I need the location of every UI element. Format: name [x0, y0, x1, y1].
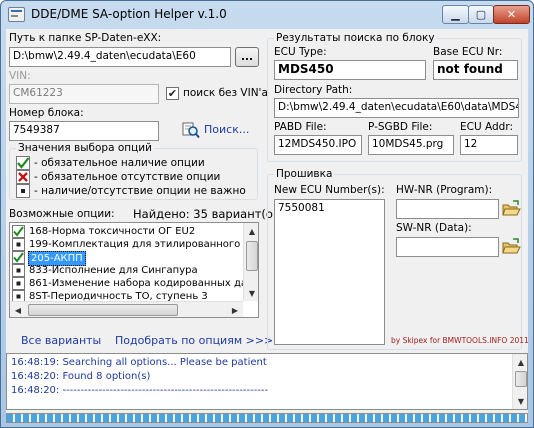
block-input[interactable]: 7549387: [9, 121, 159, 141]
minimize-icon: ▁: [451, 8, 460, 21]
option-label: 833-Исполнение для Сингапура: [29, 265, 198, 276]
search-label: Поиск...: [204, 123, 250, 136]
credit-text: by Skipex for BMWTOOLS.INFO 2011: [391, 336, 529, 345]
results-group: Результаты поиска по блоку ECU Type: MDS…: [267, 32, 522, 162]
log-panel[interactable]: 16:48:19: Searching all options... Pleas…: [6, 353, 528, 410]
vin-label: VIN:: [9, 70, 31, 82]
scroll-up-icon[interactable]: ▲: [244, 223, 258, 239]
results-title: Результаты поиска по блоку: [274, 32, 437, 44]
new-ecu-list[interactable]: 7550081: [274, 199, 385, 345]
firmware-title: Прошивка: [274, 168, 335, 180]
path-label: Путь к папке SP-Daten-eXX:: [9, 32, 162, 44]
scroll-right-icon[interactable]: ▶: [227, 302, 243, 317]
log-line: 16:48:20: Found 8 option(s): [11, 371, 151, 382]
scroll-down-icon[interactable]: ▼: [244, 285, 258, 301]
log-scroll-down-icon[interactable]: ▼: [513, 393, 527, 409]
legend-item-required: - обязательное наличие опции: [34, 157, 205, 169]
progress-bar: [6, 413, 528, 423]
log-scroll-thumb[interactable]: [515, 371, 527, 387]
ecu-addr-label: ECU Addr:: [460, 121, 513, 133]
scroll-thumb[interactable]: [246, 241, 258, 271]
option-item[interactable]: 205-АКПП: [12, 251, 242, 266]
options-hscroll[interactable]: ◀ ▶: [10, 301, 243, 317]
new-ecu-label: New ECU Number(s):: [274, 184, 385, 196]
block-label: Номер блока:: [9, 107, 84, 119]
legend-item-absent: - обязательное отсутствие опции: [34, 171, 221, 183]
ecu-type-field[interactable]: MDS450: [274, 60, 426, 80]
ecu-addr-field[interactable]: 12: [460, 135, 518, 155]
dot-icon[interactable]: [12, 238, 25, 251]
minimize-button[interactable]: ▁: [442, 5, 469, 24]
cross-icon: [16, 170, 30, 184]
all-variants-link[interactable]: Все варианты: [21, 334, 101, 347]
browse-button[interactable]: ...: [235, 47, 259, 67]
window-title: DDE/DME SA-option Helper v.1.0: [31, 7, 227, 21]
title-bar[interactable]: DDE/DME SA-option Helper v.1.0 ▁ ▢ ✕: [1, 1, 533, 29]
options-vscroll[interactable]: ▲ ▼: [243, 223, 258, 301]
base-ecu-label: Base ECU Nr:: [433, 46, 503, 58]
client-area: Путь к папке SP-Daten-eXX: D:\bmw\2.49.4…: [6, 29, 529, 423]
log-line: 16:48:20: ------------------------------…: [11, 385, 269, 396]
dot-icon: [16, 184, 30, 198]
dot-icon[interactable]: [12, 277, 25, 290]
check-icon[interactable]: [12, 225, 25, 238]
base-ecu-field[interactable]: not found: [433, 60, 518, 80]
check-icon: [16, 156, 30, 170]
dir-path-field[interactable]: D:\bmw\2.49.4_daten\ecudata\E60\data\MDS…: [274, 98, 519, 118]
no-vin-checkbox[interactable]: ✔: [166, 87, 179, 100]
hw-nr-label: HW-NR (Program):: [396, 184, 493, 196]
pabd-label: PABD File:: [274, 121, 327, 133]
dir-path-label: Directory Path:: [274, 84, 353, 96]
path-input[interactable]: D:\bmw\2.49.4_daten\ecudata\E60: [9, 47, 231, 67]
log-scroll-up-icon[interactable]: ▲: [513, 354, 527, 370]
sw-nr-field[interactable]: [396, 237, 499, 257]
log-vscroll[interactable]: ▲ ▼: [512, 354, 527, 409]
search-button[interactable]: Поиск...: [182, 120, 252, 140]
hscroll-thumb[interactable]: [28, 304, 178, 316]
option-item[interactable]: 199-Комплектация для этилированного топ: [12, 238, 258, 251]
firmware-group: Прошивка New ECU Number(s): 7550081 HW-N…: [267, 168, 529, 350]
progress-fill: [7, 414, 527, 422]
ecu-type-label: ECU Type:: [274, 46, 327, 58]
pabd-field[interactable]: 12MDS450.IPO: [274, 135, 362, 155]
close-button[interactable]: ✕: [493, 5, 530, 24]
maximize-button[interactable]: ▢: [468, 5, 494, 24]
checkmark-icon: ✔: [167, 87, 178, 100]
log-line: 16:48:19: Searching all options... Pleas…: [11, 357, 267, 368]
select-by-options-link[interactable]: Подобрать по опциям >>>: [115, 334, 273, 347]
option-item[interactable]: 833-Исполнение для Сингапура: [12, 264, 242, 277]
options-label: Возможные опции:: [9, 208, 115, 220]
check-icon[interactable]: [12, 251, 25, 264]
sw-nr-label: SW-NR (Data):: [396, 222, 472, 234]
maximize-icon: ▢: [475, 8, 487, 21]
option-item[interactable]: 861-Изменение набора кодированных данн: [12, 277, 258, 290]
hw-nr-field[interactable]: [396, 199, 499, 219]
found-count: Найдено: 35 вариант(ов): [133, 207, 285, 221]
vin-input[interactable]: CM61223: [9, 84, 159, 104]
scroll-left-icon[interactable]: ◀: [10, 302, 26, 317]
option-label: 168-Норма токсичности ОГ EU2: [29, 226, 196, 237]
legend-group: Значения выбора опций - обязательное нал…: [9, 142, 258, 200]
app-icon: [8, 7, 25, 22]
legend-title: Значения выбора опций: [16, 142, 154, 154]
psgbd-field[interactable]: 10MDS45.prg: [368, 135, 454, 155]
no-vin-label: поиск без VIN'а: [183, 87, 268, 99]
legend-item-any: - наличие/отсутствие опции не важно: [34, 185, 246, 197]
app-window: DDE/DME SA-option Helper v.1.0 ▁ ▢ ✕ Пут…: [0, 0, 534, 428]
close-icon: ✕: [506, 8, 517, 21]
hw-open-folder-icon[interactable]: [501, 199, 521, 219]
option-item[interactable]: 168-Норма токсичности ОГ EU2: [12, 225, 242, 238]
options-list[interactable]: 168-Норма токсичности ОГ EU2 199-Комплект…: [9, 222, 259, 318]
new-ecu-item[interactable]: 7550081: [278, 202, 325, 214]
search-icon: [182, 122, 200, 139]
dot-icon[interactable]: [12, 264, 25, 277]
psgbd-label: P-SGBD File:: [368, 121, 433, 133]
sw-open-folder-icon[interactable]: [501, 237, 521, 257]
option-label: 199-Комплектация для этилированного топ: [29, 239, 259, 250]
option-label: 861-Изменение набора кодированных данн: [29, 278, 259, 289]
